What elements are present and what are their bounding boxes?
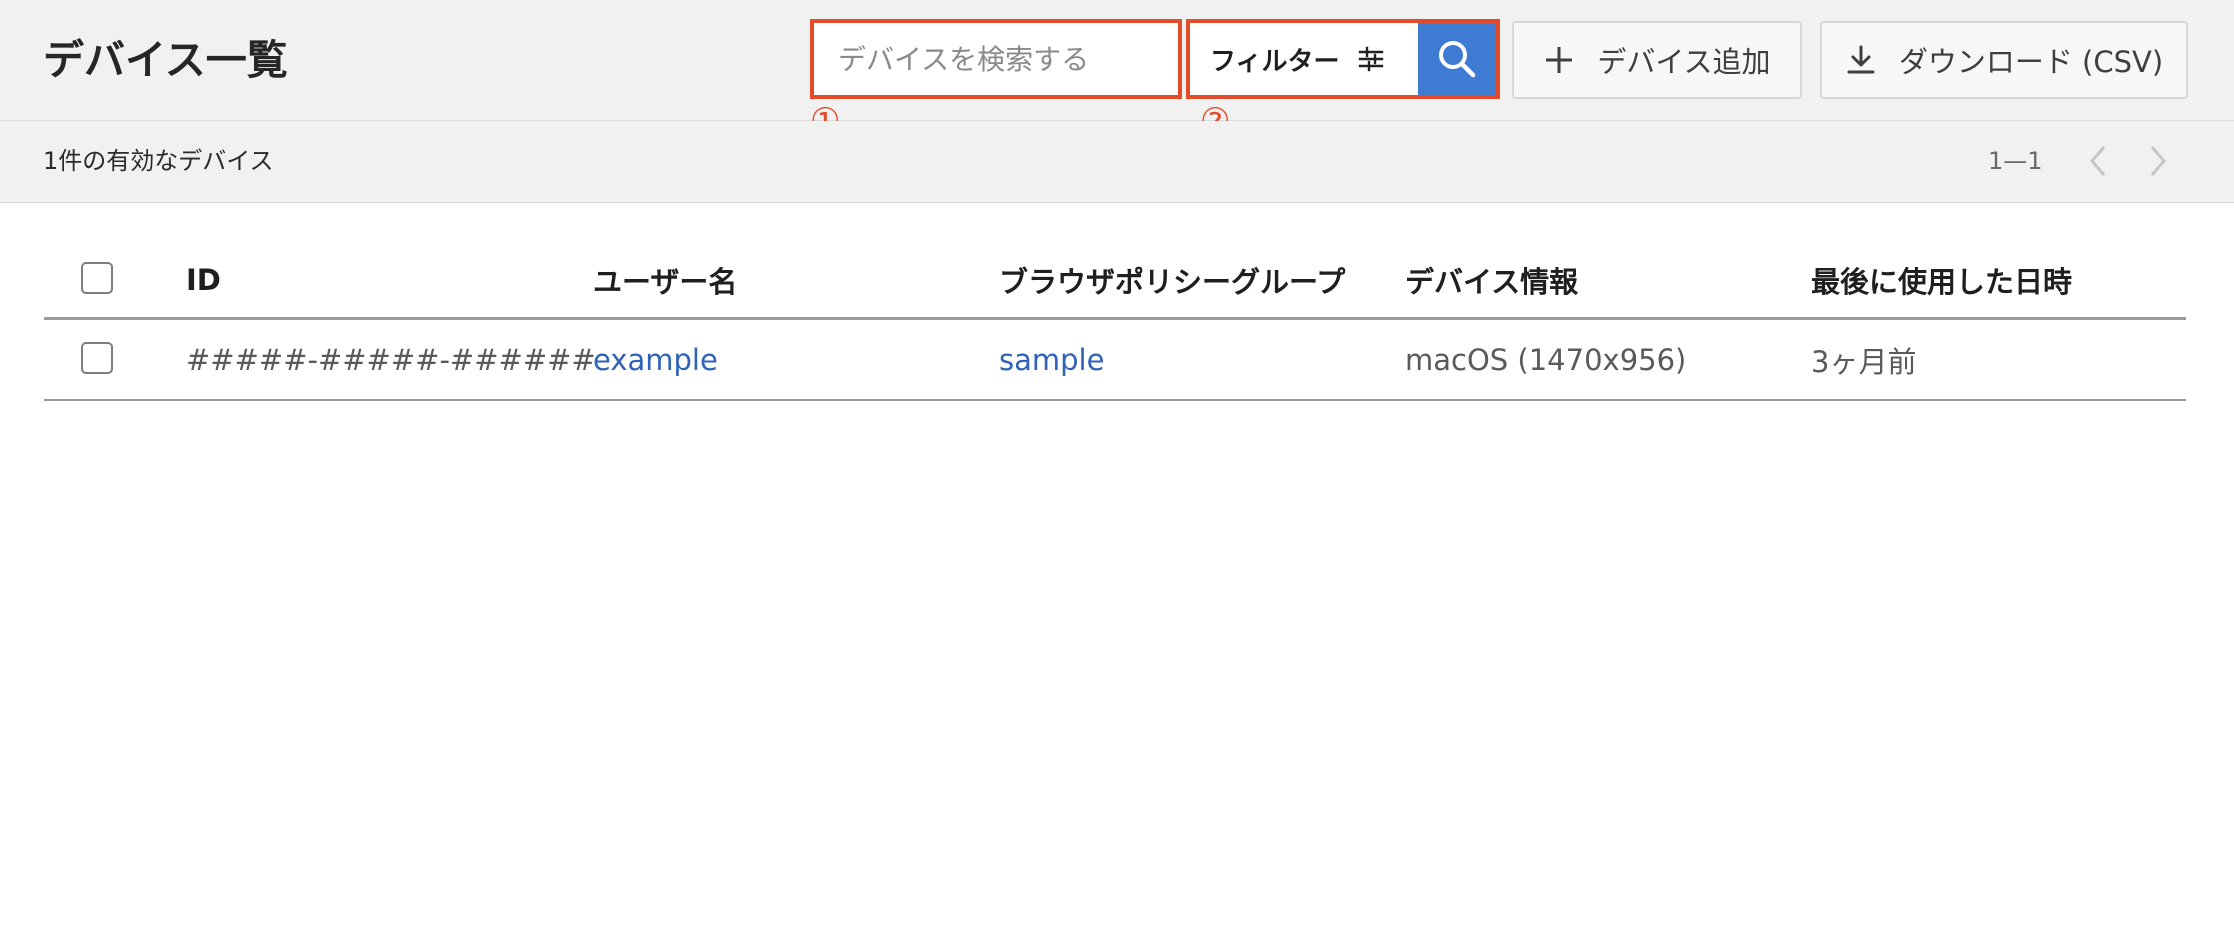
column-header-last-used: 最後に使用した日時 [1811, 265, 2073, 299]
search-button[interactable] [1418, 23, 1496, 95]
search-box [810, 19, 1182, 99]
add-device-button[interactable]: デバイス追加 [1512, 21, 1802, 99]
column-header-id: ID [186, 263, 221, 297]
header: デバイス一覧 フィルター [0, 0, 2234, 141]
download-csv-button[interactable]: ダウンロード (CSV) [1820, 21, 2188, 99]
filter-button[interactable]: フィルター [1190, 23, 1418, 95]
subheader: 1件の有効なデバイス 1—1 [0, 121, 2234, 203]
column-header-policy-group: ブラウザポリシーグループ [999, 265, 1346, 299]
page-title: デバイス一覧 [43, 36, 288, 84]
filter-label: フィルター [1210, 46, 1340, 77]
policy-group-link[interactable]: sample [999, 320, 1104, 400]
search-input[interactable] [814, 23, 1178, 95]
page: デバイス一覧 フィルター [0, 0, 2234, 934]
next-page-button[interactable] [2138, 141, 2178, 181]
row-checkbox[interactable] [81, 342, 113, 374]
chevron-left-icon [2090, 146, 2106, 176]
sliders-icon [1357, 45, 1385, 73]
table-row: #####-#####-###### example sample macOS … [44, 320, 2186, 401]
user-link[interactable]: example [593, 320, 718, 400]
device-table: ID ユーザー名 ブラウザポリシーグループ デバイス情報 最後に使用した日時 #… [44, 240, 2186, 401]
page-range: 1—1 [1988, 147, 2043, 175]
chevron-right-icon [2150, 146, 2166, 176]
download-icon [1845, 44, 1877, 76]
table-header-row: ID ユーザー名 ブラウザポリシーグループ デバイス情報 最後に使用した日時 [44, 240, 2186, 320]
plus-icon [1543, 44, 1575, 76]
select-all-checkbox[interactable] [81, 262, 113, 294]
column-header-device-info: デバイス情報 [1405, 265, 1579, 299]
search-icon [1439, 41, 1476, 78]
column-header-user: ユーザー名 [593, 265, 738, 299]
prev-page-button[interactable] [2078, 141, 2118, 181]
last-used: 3ヶ月前 [1811, 345, 1917, 379]
add-device-label: デバイス追加 [1597, 45, 1771, 79]
device-info: macOS (1470x956) [1405, 343, 1687, 377]
device-id: #####-#####-###### [186, 343, 596, 377]
filter-group: フィルター [1186, 19, 1500, 99]
download-csv-label: ダウンロード (CSV) [1898, 45, 2164, 79]
device-count: 1件の有効なデバイス [43, 147, 274, 175]
